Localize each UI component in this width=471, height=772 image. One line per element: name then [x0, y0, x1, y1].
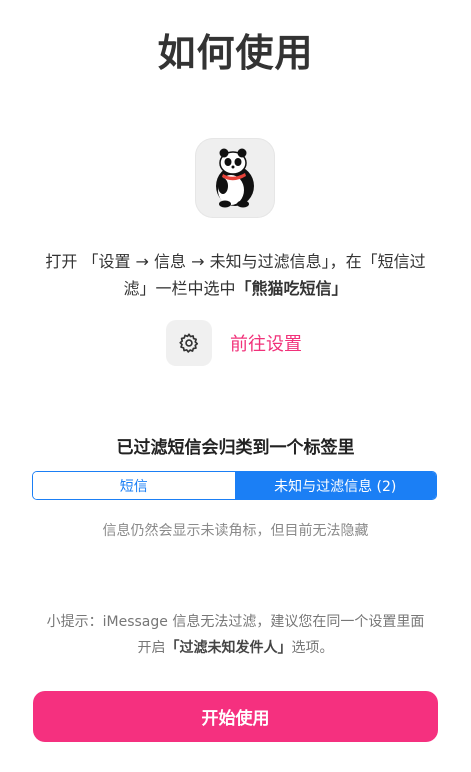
instruction-app-name: 「熊猫吃短信」	[235, 279, 348, 298]
filter-segmented-control[interactable]: 短信 未知与过滤信息 (2)	[32, 471, 437, 500]
start-button[interactable]: 开始使用	[33, 691, 438, 742]
gear-icon	[179, 333, 199, 353]
page-title: 如何使用	[157, 31, 314, 75]
imessage-tip: 小提示：iMessage 信息无法过滤，建议您在同一个设置里面 开启「过滤未知发…	[28, 609, 443, 661]
tip-line-2: 开启「过滤未知发件人」选项。	[28, 635, 443, 661]
tip-option-name: 「过滤未知发件人」	[165, 640, 292, 656]
unread-badge-note: 信息仍然会显示未读角标，但目前无法隐藏	[102, 523, 369, 539]
go-to-settings-link[interactable]: 前往设置	[230, 330, 302, 356]
instruction-text: 打开 「设置 → 信息 → 未知与过滤信息」，在「短信过 滤」一栏中选中「熊猫吃…	[22, 248, 449, 302]
panda-icon	[216, 148, 254, 208]
filter-section-title: 已过滤短信会归类到一个标签里	[116, 438, 355, 458]
tab-unknown-filtered[interactable]: 未知与过滤信息 (2)	[234, 472, 436, 499]
instruction-line-2-prefix: 滤」一栏中选中	[123, 279, 236, 298]
tab-sms[interactable]: 短信	[33, 472, 235, 499]
go-to-settings-row[interactable]: 前往设置	[166, 320, 302, 366]
tip-line-1: 小提示：iMessage 信息无法过滤，建议您在同一个设置里面	[46, 614, 425, 630]
instruction-line-2: 滤」一栏中选中「熊猫吃短信」	[22, 275, 449, 302]
settings-icon-tile[interactable]	[166, 320, 212, 366]
app-icon	[195, 138, 275, 218]
tip-line-2-prefix: 开启	[137, 640, 166, 656]
tip-line-2-suffix: 选项。	[291, 640, 334, 656]
instruction-line-1: 打开 「设置 → 信息 → 未知与过滤信息」，在「短信过	[45, 252, 426, 271]
